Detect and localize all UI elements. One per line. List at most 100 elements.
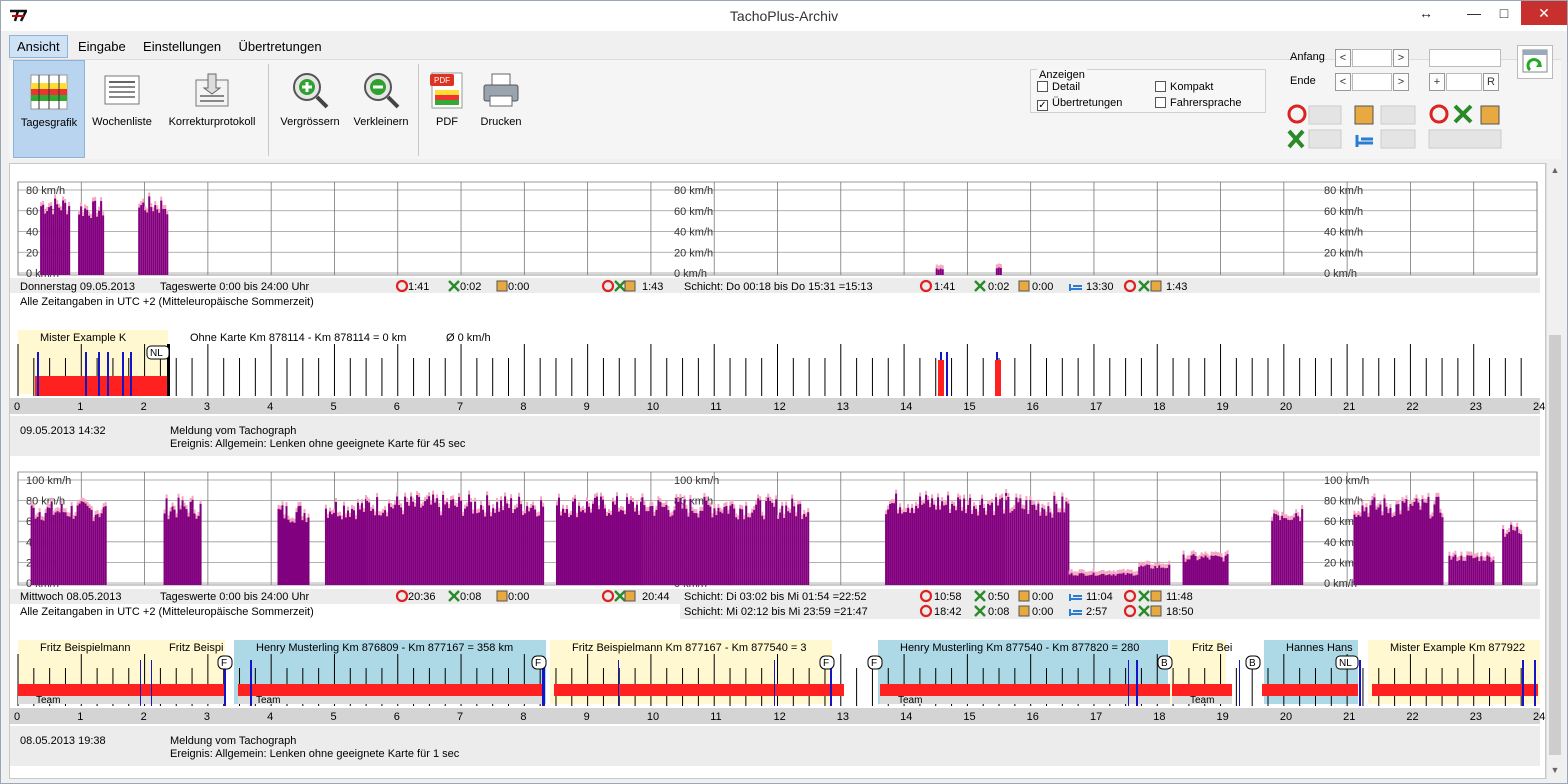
day2-speed-speed-bar	[1098, 575, 1101, 585]
day2-speed-speed-bar	[623, 514, 626, 585]
day2-speed-speed-bar	[352, 510, 355, 585]
day2-speed-speed-bar	[907, 507, 910, 585]
day2-speed-speed-bar	[1427, 496, 1430, 585]
vertical-scrollbar[interactable]: ▲ ▼	[1546, 163, 1562, 779]
uebertretungen-checkbox[interactable]: ✓ Übertretungen	[1037, 97, 1122, 111]
day2-speed-speed-bar	[32, 507, 35, 585]
app-window: TachoPlus-Archiv ↔ — □ ✕ Ansicht Eingabe…	[0, 0, 1568, 784]
day2-speed-speed-bar	[793, 506, 796, 585]
r-button[interactable]: R	[1483, 73, 1499, 91]
day1-country-code: NL	[150, 348, 163, 359]
day1-hour-label: 19	[1217, 401, 1229, 413]
ende-next-button[interactable]: >	[1393, 73, 1409, 91]
close-button[interactable]: ✕	[1521, 1, 1567, 25]
day1-avail-time: 0:00	[508, 281, 529, 293]
day2-speed-speed-bar	[1118, 573, 1121, 585]
day2-speed-speed-bar	[1160, 567, 1163, 585]
ende-value-field[interactable]	[1446, 73, 1482, 91]
day1-speed-speed-bar	[64, 202, 67, 275]
menu-uebertretungen[interactable]: Übertretungen	[231, 36, 328, 57]
day2-speed-speed-bar	[1059, 512, 1062, 585]
day2-speed-speed-bar	[673, 510, 676, 585]
wochenliste-button[interactable]: Wochenliste	[87, 60, 157, 158]
day2-speed-speed-bar	[1425, 502, 1428, 585]
availability-icon	[1018, 605, 1030, 617]
day2-speed-speed-bar	[885, 514, 888, 585]
day2-speed-speed-bar	[627, 503, 630, 585]
day2-speed-speed-bar	[1186, 559, 1189, 585]
day2-speed-speed-bar	[945, 504, 948, 585]
day2-speed-speed-bar	[741, 509, 744, 585]
scrollbar-thumb[interactable]	[1549, 335, 1561, 755]
day2-speed-speed-bar	[52, 514, 55, 585]
refresh-button[interactable]	[1517, 45, 1553, 79]
day2-speed-speed-bar	[805, 516, 808, 585]
drucken-button[interactable]: Drucken	[475, 60, 527, 158]
day1-speed-speed-bar	[164, 208, 167, 275]
day2-speed-speed-bar	[693, 513, 696, 585]
day2-speed-speed-bar	[567, 517, 570, 585]
verkleinern-button[interactable]: Verkleinern	[347, 60, 415, 158]
day2-speed-speed-bar	[392, 508, 395, 585]
day2-speed-speed-bar	[901, 513, 904, 585]
day2-speed-speed-tick-label: 100 km/h	[674, 475, 719, 487]
day2-speed-speed-bar	[1369, 505, 1372, 585]
day1-hour-label: 0	[14, 401, 20, 413]
printer-icon	[483, 73, 519, 107]
day2-speed-speed-bar	[939, 509, 942, 585]
detail-checkbox[interactable]: Detail	[1037, 81, 1080, 93]
day2-speed-speed-bar	[723, 507, 726, 585]
availability-icon	[496, 590, 508, 602]
day2-speed-speed-bar	[767, 497, 770, 585]
korrekturprotokoll-button[interactable]: Korrekturprotokoll	[161, 60, 263, 158]
restore-button[interactable]: ↔	[1409, 1, 1443, 25]
ribbon-separator	[268, 64, 269, 156]
day1-speed-speed-bar	[42, 204, 45, 275]
day2-event-line	[1359, 660, 1361, 706]
day2-speed-speed-bar	[691, 510, 694, 585]
scroll-down-icon[interactable]: ▼	[1547, 765, 1563, 775]
day2-speed-speed-bar	[340, 519, 343, 585]
anfang-input[interactable]	[1352, 49, 1392, 67]
anfang-prev-button[interactable]: <	[1335, 49, 1351, 67]
day2-speed-speed-bar	[603, 508, 606, 585]
menu-eingabe[interactable]: Eingabe	[71, 36, 133, 57]
day2-speed-speed-bar	[1279, 520, 1282, 585]
minimize-button[interactable]: —	[1457, 1, 1491, 25]
day2-speed-speed-bar	[328, 511, 331, 585]
day2-speed-speed-bar	[518, 496, 521, 585]
plus-button[interactable]: +	[1429, 73, 1445, 91]
tagesgrafik-button[interactable]: Tagesgrafik	[13, 60, 85, 158]
day2-speed-speed-bar	[677, 501, 680, 585]
day2-date: Mittwoch 08.05.2013	[20, 591, 122, 603]
fahrersprache-checkbox[interactable]: Fahrersprache	[1155, 97, 1242, 109]
day2-marker-letter: B	[1161, 658, 1168, 669]
wochenliste-label: Wochenliste	[92, 116, 152, 128]
day2-speed-speed-bar	[1403, 502, 1406, 585]
scroll-up-icon[interactable]: ▲	[1547, 165, 1563, 175]
day2-speed-speed-bar	[1043, 509, 1046, 585]
anfang-next-button[interactable]: >	[1393, 49, 1409, 67]
day2-speed-speed-tick-label: 100 km/h	[26, 475, 71, 487]
day2-tageswerte: Tageswerte 0:00 bis 24:00 Uhr	[160, 591, 310, 603]
kompakt-checkbox[interactable]: Kompakt	[1155, 81, 1213, 93]
menu-ansicht[interactable]: Ansicht	[9, 35, 68, 58]
day2-speed-speed-bar	[729, 505, 732, 585]
ende-prev-button[interactable]: <	[1335, 73, 1351, 91]
day2-speed-speed-bar	[466, 506, 469, 585]
day2-speed-speed-bar	[927, 499, 930, 585]
day1-speed-speed-bar	[166, 214, 169, 275]
pdf-button[interactable]: PDF PDF	[425, 60, 469, 158]
menu-einstellungen[interactable]: Einstellungen	[136, 36, 228, 57]
day2-speed-speed-bar	[330, 514, 333, 585]
ende-input[interactable]	[1352, 73, 1392, 91]
day2-speed-speed-bar	[1448, 555, 1451, 585]
maximize-button[interactable]: □	[1487, 1, 1521, 25]
vergroessern-button[interactable]: Vergrössern	[275, 60, 345, 158]
day2-speed-speed-bar	[1464, 560, 1467, 585]
day1-speed-speed-bar	[96, 216, 99, 275]
tagesgrafik-icon	[30, 74, 68, 110]
day2-speed-speed-bar	[44, 512, 47, 585]
day1-speed-speed-bar	[937, 269, 940, 275]
anfang-value-field[interactable]	[1429, 49, 1501, 67]
